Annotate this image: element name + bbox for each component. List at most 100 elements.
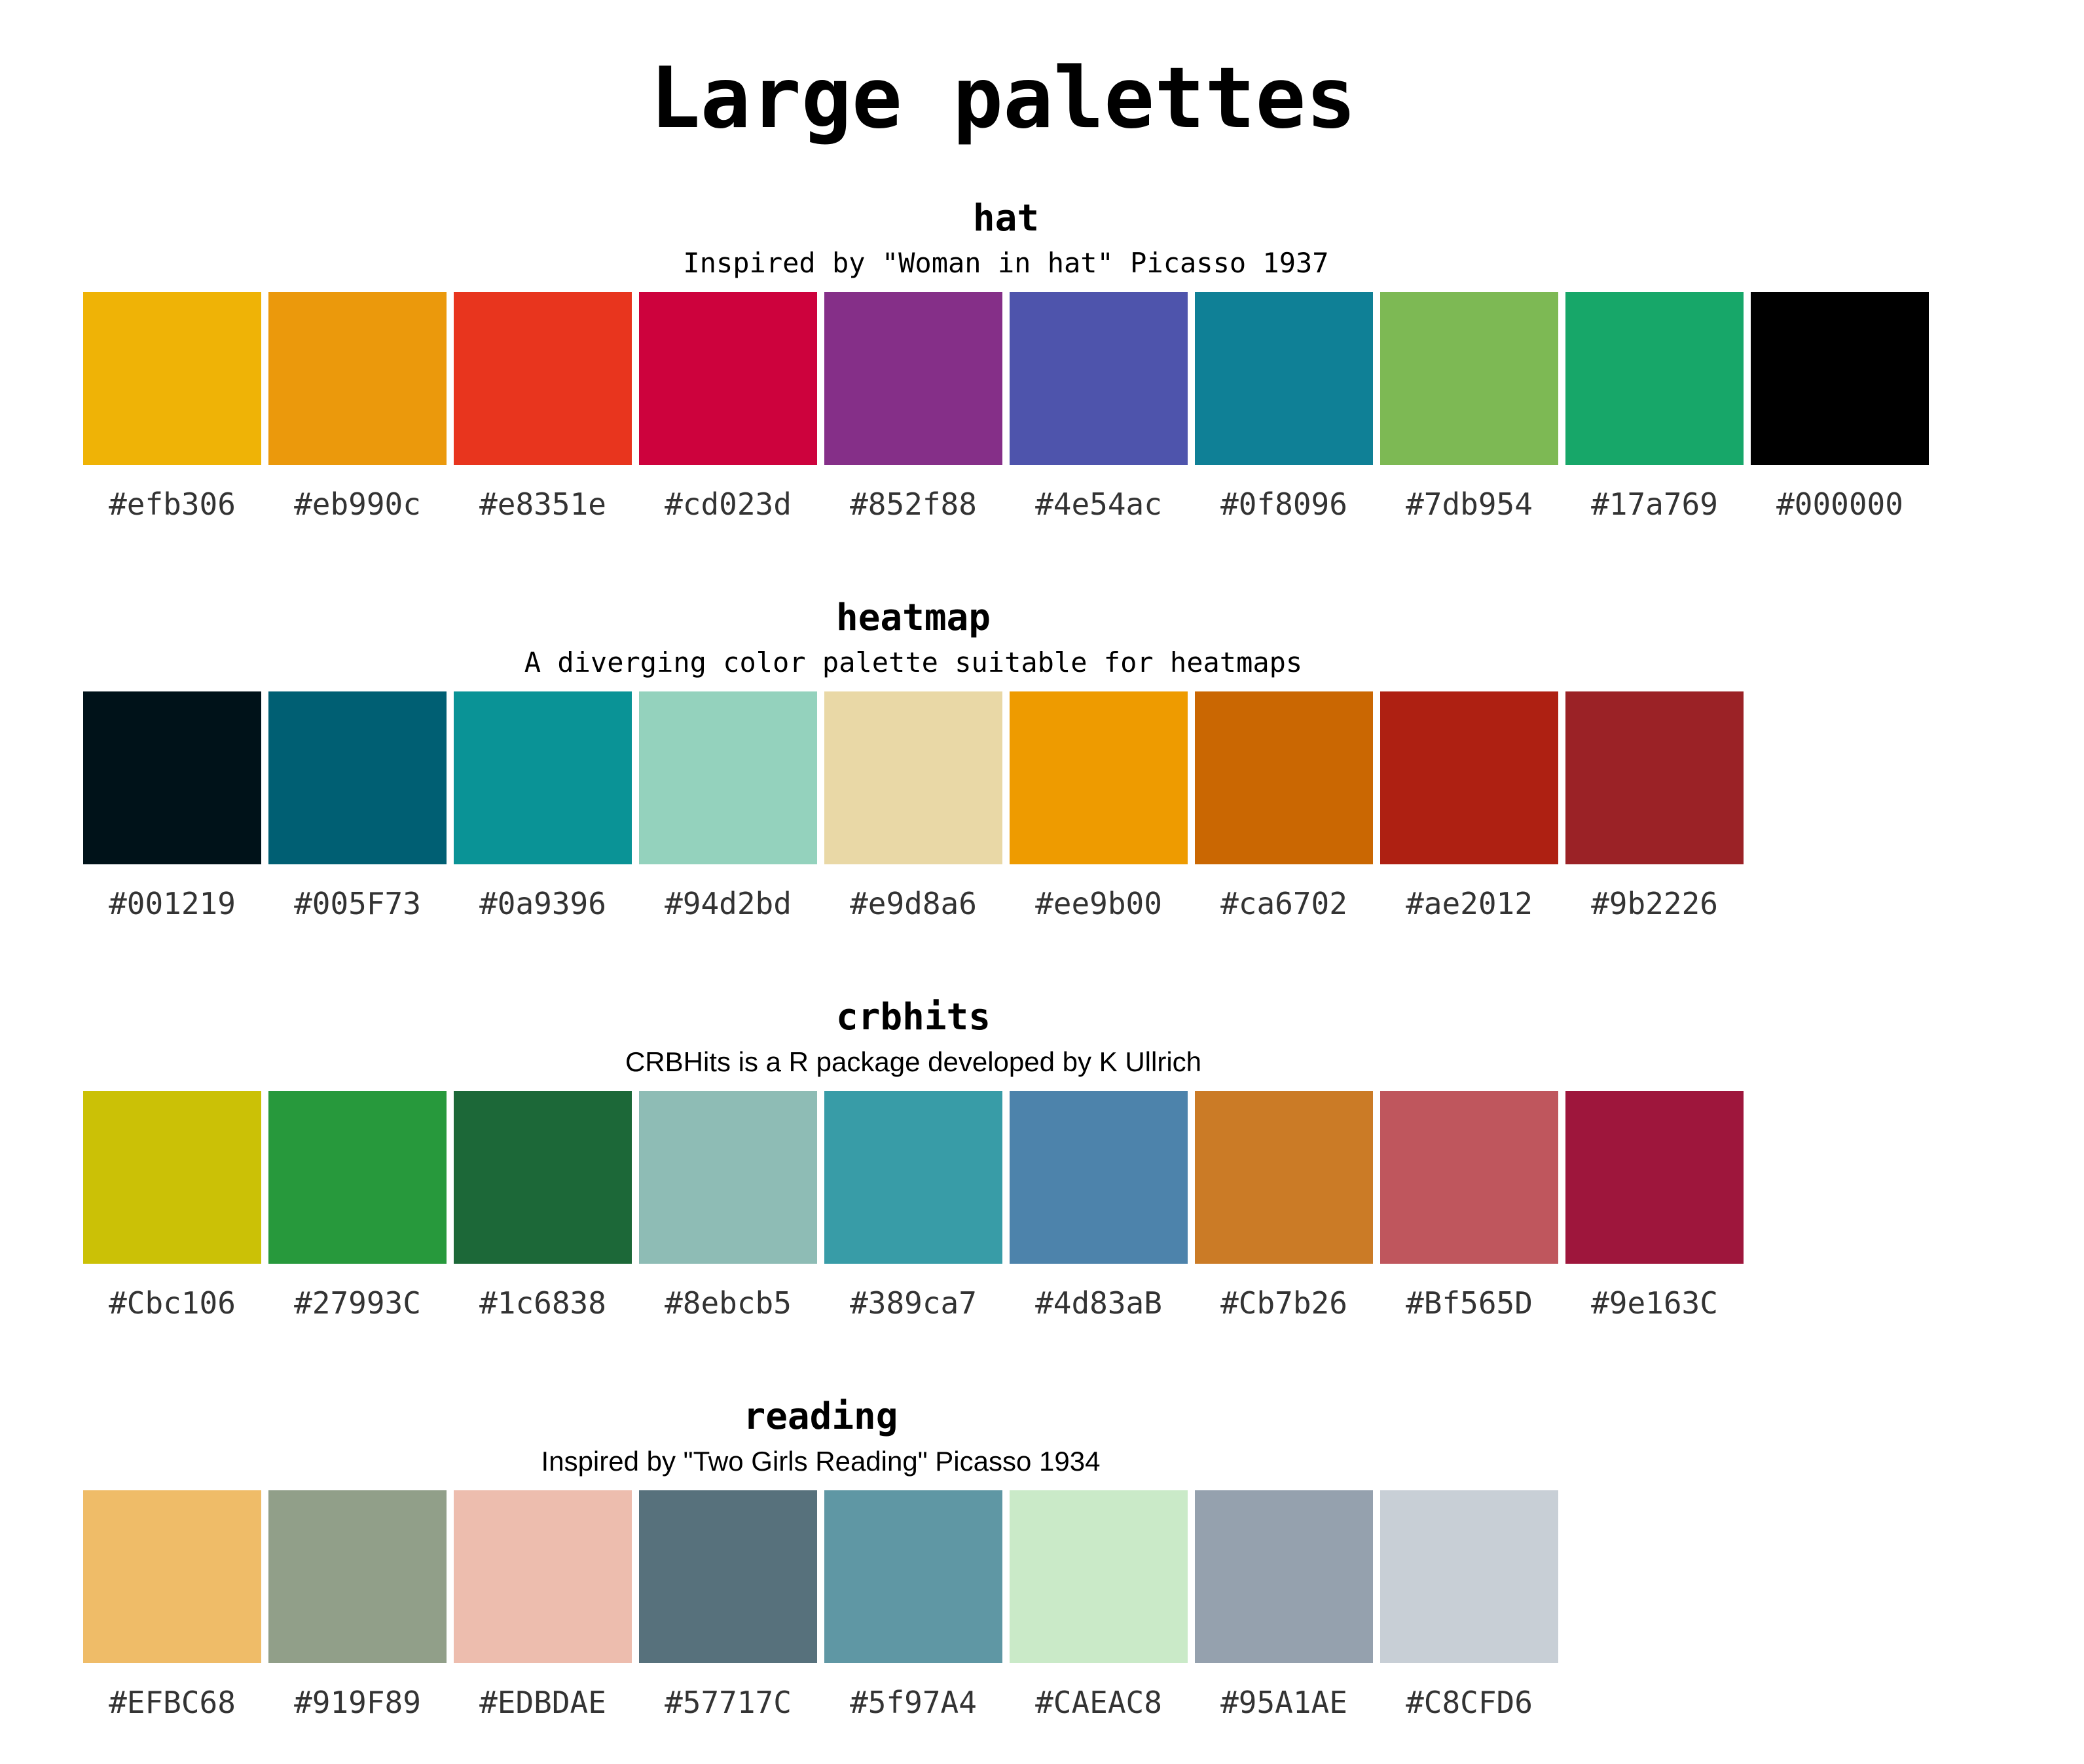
swatch-item: #4d83aB (1010, 1091, 1188, 1323)
color-hex-label: #919F89 (294, 1685, 421, 1720)
color-hex-label: #95A1AE (1220, 1685, 1347, 1720)
color-hex-label: #000000 (1776, 487, 1903, 522)
color-swatch (1565, 292, 1744, 465)
color-swatch (1010, 292, 1188, 465)
swatch-item: #EFBC68 (83, 1490, 261, 1722)
color-hex-label: #27993C (294, 1285, 421, 1321)
swatch-item: #94d2bd (639, 691, 817, 923)
color-hex-label: #4d83aB (1035, 1285, 1162, 1321)
color-swatch (268, 1490, 447, 1663)
swatch-item: #005F73 (268, 691, 447, 923)
color-hex-label: #EFBC68 (109, 1685, 236, 1720)
swatch-item: #EDBDAE (454, 1490, 632, 1722)
palette-name: reading (743, 1395, 898, 1438)
color-swatch (824, 292, 1002, 465)
swatch-item: #CAEAC8 (1010, 1490, 1188, 1722)
color-swatch (454, 1490, 632, 1663)
color-swatch (1380, 691, 1558, 864)
color-swatch (1380, 1490, 1558, 1663)
color-swatch (268, 691, 447, 864)
palette-description: CRBHits is a R package developed by K Ul… (625, 1046, 1202, 1077)
swatch-item: #0f8096 (1195, 292, 1373, 524)
swatch-item: #852f88 (824, 292, 1002, 524)
color-hex-label: #9b2226 (1591, 886, 1718, 921)
swatch-item: #ca6702 (1195, 691, 1373, 923)
color-hex-label: #1c6838 (479, 1285, 606, 1321)
color-swatch (83, 691, 261, 864)
color-swatch (639, 1490, 817, 1663)
color-hex-label: #Cb7b26 (1220, 1285, 1347, 1321)
swatch-item: #5f97A4 (824, 1490, 1002, 1722)
swatch-item: #ee9b00 (1010, 691, 1188, 923)
color-swatch (824, 1490, 1002, 1663)
swatch-item: #001219 (83, 691, 261, 923)
color-swatch (454, 691, 632, 864)
swatch-item: #1c6838 (454, 1091, 632, 1323)
swatch-item: #ae2012 (1380, 691, 1558, 923)
color-swatch (454, 1091, 632, 1264)
swatch-item: #9e163C (1565, 1091, 1744, 1323)
color-hex-label: #0f8096 (1220, 487, 1347, 522)
swatch-item: #7db954 (1380, 292, 1558, 524)
swatch-item: #8ebcb5 (639, 1091, 817, 1323)
color-hex-label: #001219 (109, 886, 236, 921)
swatch-item: #389ca7 (824, 1091, 1002, 1323)
swatch-item: #e9d8a6 (824, 691, 1002, 923)
color-hex-label: #9e163C (1591, 1285, 1718, 1321)
swatch-item: #efb306 (83, 292, 261, 524)
color-hex-label: #Cbc106 (109, 1285, 236, 1321)
color-hex-label: #Bf565D (1406, 1285, 1533, 1321)
swatch-item: #4e54ac (1010, 292, 1188, 524)
swatch-item: #e8351e (454, 292, 632, 524)
color-swatch (639, 292, 817, 465)
color-swatch (1751, 292, 1929, 465)
color-swatch (1195, 292, 1373, 465)
color-hex-label: #ae2012 (1406, 886, 1533, 921)
palette-description: A diverging color palette suitable for h… (524, 646, 1303, 678)
color-hex-label: #94d2bd (665, 886, 792, 921)
swatch-item: #eb990c (268, 292, 447, 524)
color-hex-label: #852f88 (850, 487, 977, 522)
color-swatch (1195, 691, 1373, 864)
color-hex-label: #17a769 (1591, 487, 1718, 522)
color-hex-label: #CAEAC8 (1035, 1685, 1162, 1720)
color-swatch (454, 292, 632, 465)
swatch-item: #C8CFD6 (1380, 1490, 1558, 1722)
palette-name: crbhits (835, 996, 991, 1038)
color-swatch (824, 691, 1002, 864)
color-swatch (83, 1091, 261, 1264)
color-hex-label: #C8CFD6 (1406, 1685, 1533, 1720)
color-swatch (268, 1091, 447, 1264)
swatch-item: #Bf565D (1380, 1091, 1558, 1323)
color-swatch (83, 1490, 261, 1663)
swatch-item: #9b2226 (1565, 691, 1744, 923)
color-hex-label: #ee9b00 (1035, 886, 1162, 921)
swatch-item: #Cb7b26 (1195, 1091, 1373, 1323)
color-swatch (83, 292, 261, 465)
color-hex-label: #e9d8a6 (850, 886, 977, 921)
color-swatch (824, 1091, 1002, 1264)
color-hex-label: #cd023d (665, 487, 792, 522)
color-hex-label: #ca6702 (1220, 886, 1347, 921)
color-swatch (1565, 1091, 1744, 1264)
color-swatch (1010, 1490, 1188, 1663)
color-swatch (1010, 691, 1188, 864)
swatch-item: #919F89 (268, 1490, 447, 1722)
swatch-item: #95A1AE (1195, 1490, 1373, 1722)
color-swatch (1010, 1091, 1188, 1264)
swatch-item: #27993C (268, 1091, 447, 1323)
palette-description: Inspired by "Woman in hat" Picasso 1937 (683, 247, 1329, 279)
swatch-item: #cd023d (639, 292, 817, 524)
color-hex-label: #eb990c (294, 487, 421, 522)
swatch-item: #17a769 (1565, 292, 1744, 524)
color-swatch (1195, 1490, 1373, 1663)
color-hex-label: #efb306 (109, 487, 236, 522)
swatch-item: #Cbc106 (83, 1091, 261, 1323)
color-hex-label: #7db954 (1406, 487, 1533, 522)
color-hex-label: #005F73 (294, 886, 421, 921)
color-hex-label: #57717C (665, 1685, 792, 1720)
swatch-item: #57717C (639, 1490, 817, 1722)
palette-description: Inspired by "Two Girls Reading" Picasso … (541, 1446, 1101, 1477)
palette-name: heatmap (835, 597, 991, 639)
swatch-item: #000000 (1751, 292, 1929, 524)
